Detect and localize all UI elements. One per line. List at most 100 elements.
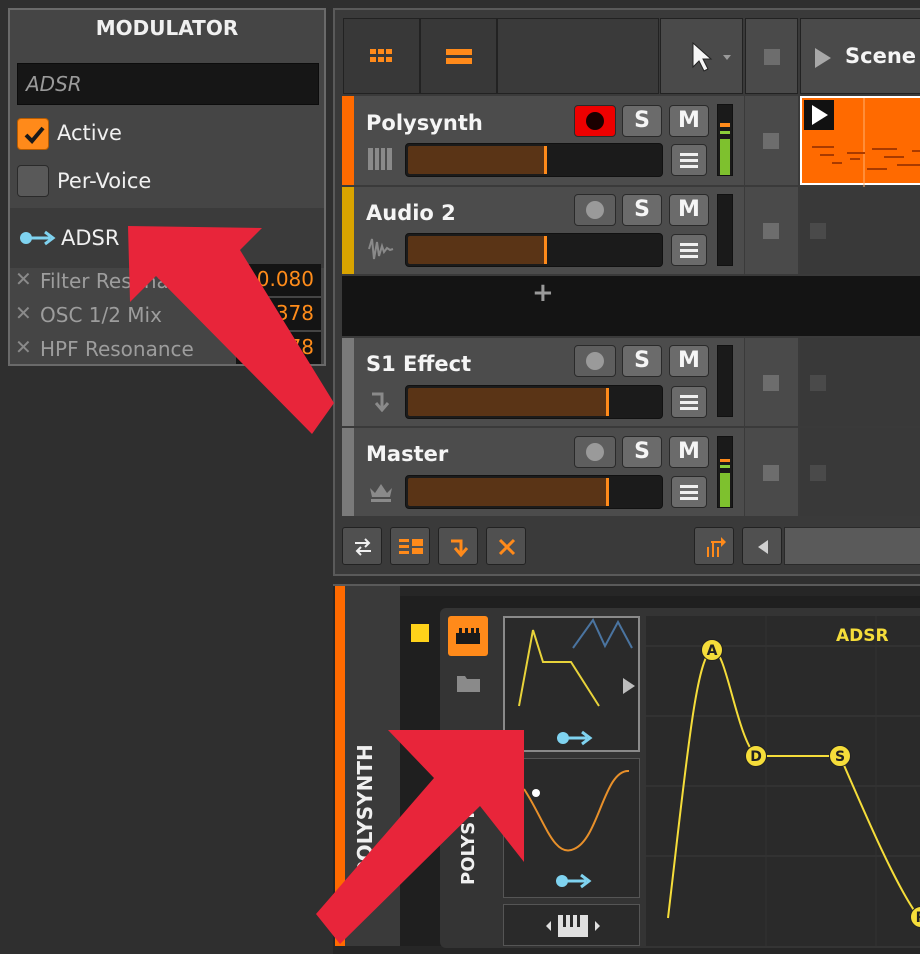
scroll-left-button[interactable]: [742, 527, 782, 565]
stop-icon[interactable]: [810, 375, 826, 391]
stop-icon[interactable]: [763, 133, 779, 149]
mute-button[interactable]: M: [669, 105, 709, 137]
stop-all-cell[interactable]: [745, 18, 798, 94]
record-arm-button[interactable]: [574, 105, 616, 137]
stop-icon[interactable]: [763, 223, 779, 239]
track-row[interactable]: Polysynth S M: [342, 96, 744, 185]
level-meter: [717, 345, 733, 417]
layout-toggle-button[interactable]: [390, 527, 430, 565]
track-menu-button[interactable]: [671, 144, 707, 176]
device-name-vertical: POLYSYNTH: [353, 744, 377, 876]
volume-fader[interactable]: [405, 475, 663, 509]
target-amount[interactable]: 0.078: [236, 332, 321, 364]
decay-handle[interactable]: D: [745, 745, 767, 767]
volume-handle[interactable]: [544, 146, 547, 174]
target-amount[interactable]: 0.080: [236, 264, 321, 296]
fold-button[interactable]: [438, 527, 478, 565]
modulator-name-field[interactable]: ADSR: [17, 63, 319, 105]
stop-icon[interactable]: [810, 223, 826, 239]
track-row[interactable]: Audio 2 S M: [342, 187, 744, 274]
chevron-left-icon: [758, 540, 768, 554]
device-color-strip: [335, 586, 345, 946]
close-button[interactable]: [486, 527, 526, 565]
pointer-tool-button[interactable]: [660, 18, 743, 94]
modulation-source-row[interactable]: ADSR: [10, 208, 324, 268]
modulation-arrow-icon[interactable]: [554, 871, 592, 891]
track-row[interactable]: S1 Effect S M: [342, 338, 744, 426]
track-color-strip: [342, 338, 354, 426]
track-menu-button[interactable]: [671, 234, 707, 266]
active-checkbox[interactable]: [17, 118, 49, 150]
modulation-arrow-icon[interactable]: [18, 228, 56, 248]
clip-slot[interactable]: [800, 338, 920, 426]
solo-button[interactable]: S: [622, 436, 662, 468]
clip-slot-playing[interactable]: [800, 96, 920, 187]
device-header-column: POLYSYNTH: [345, 586, 400, 946]
volume-handle[interactable]: [606, 478, 609, 506]
checkmark-icon: [24, 126, 45, 144]
follow-playhead-button[interactable]: [694, 527, 734, 565]
folder-icon[interactable]: [456, 673, 482, 693]
track-stop-cell[interactable]: [745, 428, 798, 516]
volume-fader[interactable]: [405, 233, 663, 267]
record-arm-button[interactable]: [574, 345, 616, 377]
add-track-icon[interactable]: +: [532, 278, 554, 308]
arranger-view-button[interactable]: [420, 18, 497, 94]
attack-handle[interactable]: A: [701, 639, 723, 661]
clip-slot[interactable]: [800, 428, 920, 516]
stop-icon[interactable]: [810, 465, 826, 481]
volume-fader[interactable]: [405, 143, 663, 177]
remove-target-icon[interactable]: ✕: [15, 267, 32, 291]
modulator-card-adsr[interactable]: [503, 616, 640, 752]
track-name[interactable]: Master: [366, 442, 448, 466]
record-arm-button[interactable]: [574, 194, 616, 226]
track-name[interactable]: Polysynth: [366, 111, 483, 135]
track-name[interactable]: S1 Effect: [366, 352, 471, 376]
adsr-envelope-graph[interactable]: [646, 616, 920, 946]
playhead-follow-icon: [707, 537, 726, 557]
envelope-editor[interactable]: ADSR A D S R: [646, 616, 920, 946]
solo-button[interactable]: S: [622, 345, 662, 377]
add-track-area[interactable]: +: [342, 276, 920, 336]
device-state-indicator[interactable]: [411, 624, 429, 642]
effect-return-icon: [372, 392, 390, 412]
solo-button[interactable]: S: [622, 105, 662, 137]
track-row[interactable]: Master S M: [342, 428, 744, 516]
record-icon: [586, 201, 604, 219]
modulation-arrow-icon[interactable]: [555, 728, 593, 748]
clip-slot[interactable]: [800, 187, 920, 274]
remove-target-icon[interactable]: ✕: [15, 301, 32, 325]
track-stop-cell[interactable]: [745, 96, 798, 185]
record-arm-button[interactable]: [574, 436, 616, 468]
mute-button[interactable]: M: [669, 436, 709, 468]
toolbar-spacer: [497, 18, 659, 94]
target-amount[interactable]: 0.378: [236, 298, 321, 330]
track-menu-button[interactable]: [671, 386, 707, 418]
modulator-view-button[interactable]: [448, 616, 488, 656]
solo-button[interactable]: S: [622, 194, 662, 226]
modulator-card-keytrack[interactable]: [503, 904, 640, 946]
record-icon: [586, 443, 604, 461]
mute-button[interactable]: M: [669, 194, 709, 226]
stop-icon[interactable]: [763, 465, 779, 481]
mute-button[interactable]: M: [669, 345, 709, 377]
volume-handle[interactable]: [606, 388, 609, 416]
modulator-card-lfo[interactable]: [503, 758, 640, 898]
stop-icon[interactable]: [764, 49, 780, 65]
stop-icon[interactable]: [763, 375, 779, 391]
per-voice-checkbox[interactable]: [17, 165, 49, 197]
level-meter: [717, 194, 733, 266]
swap-button[interactable]: [342, 527, 382, 565]
track-menu-button[interactable]: [671, 476, 707, 508]
track-name[interactable]: Audio 2: [366, 201, 456, 225]
volume-handle[interactable]: [544, 236, 547, 264]
track-stop-cell[interactable]: [745, 187, 798, 274]
sustain-handle[interactable]: S: [829, 745, 851, 767]
volume-fader[interactable]: [405, 385, 663, 419]
track-stop-cell[interactable]: [745, 338, 798, 426]
clip-launcher-view-button[interactable]: [343, 18, 420, 94]
scene-header[interactable]: Scene 1: [800, 18, 920, 94]
play-icon[interactable]: [813, 47, 833, 69]
horizontal-scrollbar[interactable]: [784, 527, 920, 565]
remove-target-icon[interactable]: ✕: [15, 335, 32, 359]
